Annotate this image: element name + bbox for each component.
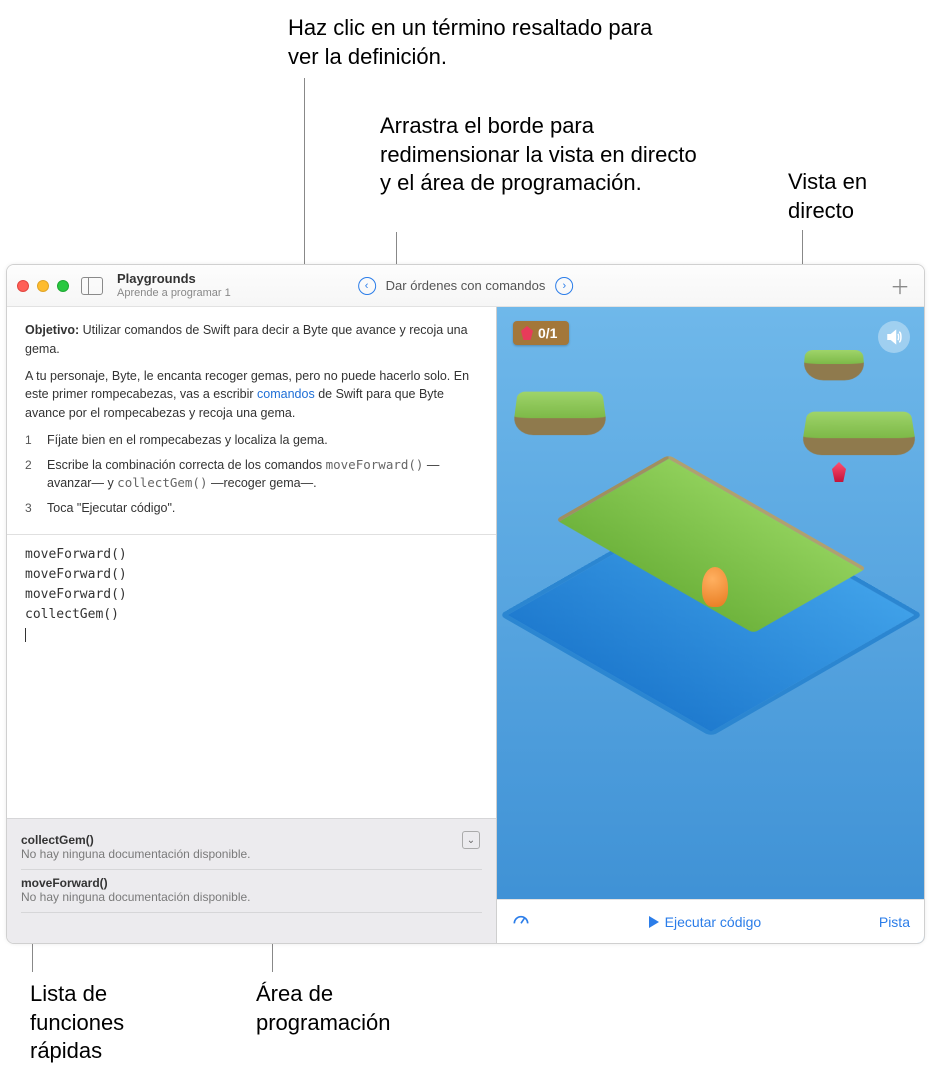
speed-button[interactable] <box>511 910 531 933</box>
callout-shortcuts: Lista de funciones rápidas <box>30 980 190 1066</box>
live-view-toolbar: Ejecutar código Pista <box>497 899 924 943</box>
code-editor[interactable]: moveForward() moveForward() moveForward(… <box>7 535 496 818</box>
next-page-button[interactable]: › <box>555 277 573 295</box>
step2-mid2: —recoger gema—. <box>207 476 316 490</box>
callout-highlight-term: Haz clic en un término resaltado para ve… <box>288 14 668 71</box>
fullscreen-window-button[interactable] <box>57 280 69 292</box>
left-pane: Objetivo: Utilizar comandos de Swift par… <box>7 307 497 943</box>
shortcuts-bar: collectGem() No hay ninguna documentació… <box>7 818 496 943</box>
main-split: Objetivo: Utilizar comandos de Swift par… <box>7 307 924 943</box>
floating-island <box>803 350 866 380</box>
code-line[interactable]: moveForward() <box>25 545 478 565</box>
objective-label: Objetivo: <box>25 323 79 337</box>
floating-island <box>800 412 917 455</box>
gem-icon <box>832 462 846 482</box>
gem-counter-text: 0/1 <box>538 325 557 341</box>
callout-live-view: Vista en directo <box>788 168 918 225</box>
instruction-step-1: Fíjate bien en el rompecabezas y localiz… <box>25 431 478 450</box>
sound-toggle-button[interactable] <box>878 321 910 353</box>
live-view-pane: 0/1 Ejecutar código <box>497 307 924 943</box>
hint-button[interactable]: Pista <box>879 914 910 930</box>
speaker-icon <box>885 328 903 346</box>
code-line[interactable]: moveForward() <box>25 585 478 605</box>
gem-counter-badge: 0/1 <box>513 321 569 345</box>
gem-icon <box>521 326 533 340</box>
shortcut-name: moveForward() <box>21 876 482 890</box>
prev-page-button[interactable]: ‹ <box>358 277 376 295</box>
floating-island <box>512 392 608 435</box>
titlebar: Playgrounds Aprende a programar 1 ‹ Dar … <box>7 265 924 307</box>
shortcut-desc: No hay ninguna documentación disponible. <box>21 890 482 904</box>
shortcuts-collapse-button[interactable]: ⌄ <box>462 831 480 849</box>
puzzle-scene[interactable]: 0/1 <box>497 307 924 899</box>
shortcut-desc: No hay ninguna documentación disponible. <box>21 847 482 861</box>
run-code-button[interactable]: Ejecutar código <box>649 914 762 930</box>
instructions-panel: Objetivo: Utilizar comandos de Swift par… <box>7 307 496 535</box>
highlighted-term-link[interactable]: comandos <box>257 387 315 401</box>
add-page-button[interactable]: ＋ <box>890 271 910 300</box>
page-navigator: ‹ Dar órdenes con comandos › <box>358 277 574 295</box>
instruction-step-3: Toca "Ejecutar código". <box>25 499 478 518</box>
minimize-window-button[interactable] <box>37 280 49 292</box>
app-window: Playgrounds Aprende a programar 1 ‹ Dar … <box>6 264 925 944</box>
code-line[interactable]: collectGem() <box>25 605 478 625</box>
shortcut-name: collectGem() <box>21 833 482 847</box>
run-code-label: Ejecutar código <box>665 914 762 930</box>
close-window-button[interactable] <box>17 280 29 292</box>
page-name[interactable]: Dar órdenes con comandos <box>386 278 546 293</box>
window-title: Playgrounds <box>117 272 231 286</box>
gauge-icon <box>511 910 531 930</box>
instruction-step-2: Escribe la combinación correcta de los c… <box>25 456 478 494</box>
play-icon <box>649 916 659 928</box>
step2-cmd2: collectGem() <box>117 475 207 490</box>
step2-pre: Escribe la combinación correcta de los c… <box>47 458 326 472</box>
callout-code-area: Área de programación <box>256 980 456 1037</box>
objective-text: Utilizar comandos de Swift para decir a … <box>25 323 468 356</box>
window-subtitle: Aprende a programar 1 <box>117 287 231 299</box>
shortcut-item[interactable]: collectGem() No hay ninguna documentació… <box>21 827 482 870</box>
callout-drag-border: Arrastra el borde para redimensionar la … <box>380 112 700 198</box>
code-line[interactable]: moveForward() <box>25 565 478 585</box>
sidebar-toggle-icon[interactable] <box>81 277 103 295</box>
text-cursor <box>25 628 26 642</box>
shortcut-item[interactable]: moveForward() No hay ninguna documentaci… <box>21 870 482 913</box>
title-block: Playgrounds Aprende a programar 1 <box>117 272 231 298</box>
window-controls <box>17 280 69 292</box>
byte-character <box>702 567 728 607</box>
step2-cmd1: moveForward() <box>326 457 424 472</box>
